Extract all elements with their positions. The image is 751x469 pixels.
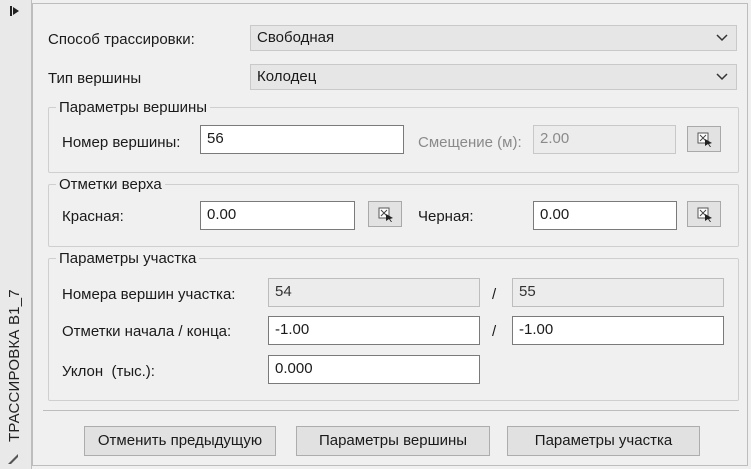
vertices-separator: / bbox=[492, 286, 497, 303]
undo-previous-button[interactable]: Отменить предыдущую bbox=[84, 426, 276, 456]
pick-point-icon bbox=[697, 207, 712, 222]
pick-point-icon bbox=[378, 207, 393, 222]
mode-label: Способ трассировки: bbox=[48, 31, 195, 48]
vertex-number-label: Номер вершины: bbox=[62, 134, 181, 151]
section-marks-label: Отметки начала / конца: bbox=[62, 323, 232, 340]
offset-pick-button[interactable] bbox=[687, 126, 721, 152]
chevron-down-icon bbox=[716, 73, 728, 81]
vertex-type-select-value: Колодец bbox=[257, 68, 317, 85]
mode-select[interactable]: Свободная bbox=[250, 25, 737, 51]
offset-input[interactable]: 2.00 bbox=[533, 125, 676, 154]
vertex-type-select[interactable]: Колодец bbox=[250, 64, 737, 90]
top-marks-title: Отметки верха bbox=[56, 176, 165, 193]
palette-title: ТРАССИРОВКА В1_7 bbox=[6, 289, 23, 442]
mode-select-value: Свободная bbox=[257, 29, 335, 46]
tracing-panel: Способ трассировки: Свободная Тип вершин… bbox=[32, 3, 748, 466]
section-vertex-end: 55 bbox=[512, 278, 724, 307]
section-mark-start-input[interactable]: -1.00 bbox=[268, 316, 480, 345]
marks-separator: / bbox=[492, 323, 497, 340]
palette-sidebar: ТРАССИРОВКА В1_7 bbox=[0, 0, 32, 469]
slope-input[interactable]: 0.000 bbox=[268, 355, 480, 384]
section-mark-end-input[interactable]: -1.00 bbox=[512, 316, 724, 345]
offset-label: Смещение (м): bbox=[418, 134, 522, 151]
black-mark-input[interactable]: 0.00 bbox=[533, 201, 677, 230]
slope-label: Уклон (тыс.): bbox=[62, 363, 155, 380]
section-vertices-label: Номера вершин участка: bbox=[62, 286, 236, 303]
chevron-down-icon bbox=[716, 34, 728, 42]
resize-grip-icon[interactable] bbox=[6, 452, 20, 466]
section-params-title: Параметры участка bbox=[56, 250, 200, 267]
red-mark-label: Красная: bbox=[62, 208, 124, 225]
black-mark-label: Черная: bbox=[418, 208, 474, 225]
vertex-type-label: Тип вершины bbox=[48, 70, 142, 87]
pin-icon[interactable] bbox=[9, 5, 21, 17]
pick-point-icon bbox=[697, 132, 712, 147]
black-mark-pick-button[interactable] bbox=[687, 201, 721, 227]
vertex-params-button[interactable]: Параметры вершины bbox=[296, 426, 490, 456]
vertex-params-title: Параметры вершины bbox=[56, 99, 211, 116]
vertex-number-input[interactable]: 56 bbox=[200, 125, 404, 154]
divider bbox=[43, 410, 739, 411]
section-vertex-start: 54 bbox=[268, 278, 480, 307]
red-mark-input[interactable]: 0.00 bbox=[200, 201, 355, 230]
section-params-button[interactable]: Параметры участка bbox=[507, 426, 700, 456]
red-mark-pick-button[interactable] bbox=[368, 201, 402, 227]
